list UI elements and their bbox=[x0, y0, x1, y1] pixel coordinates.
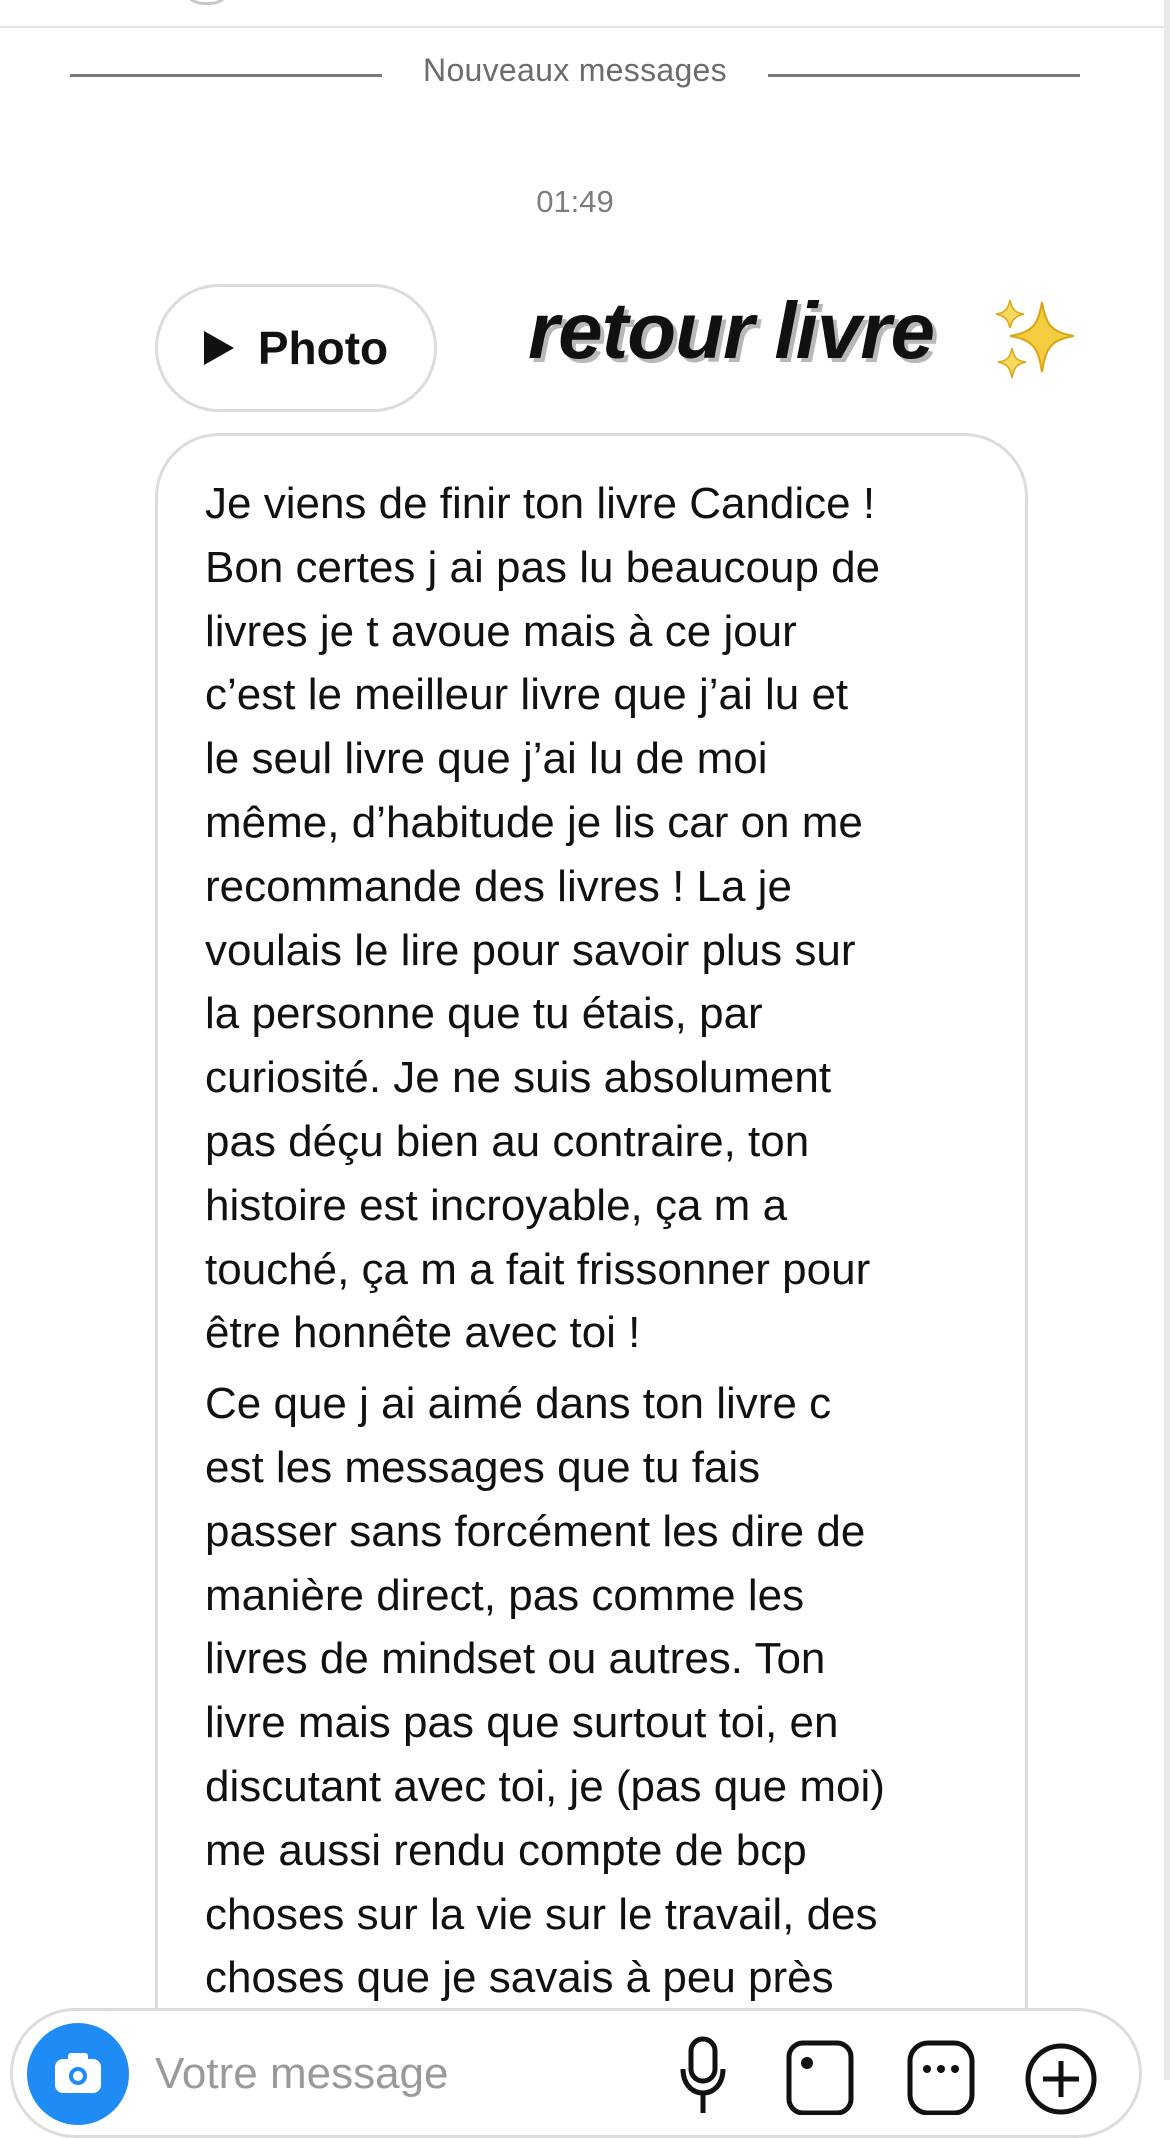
message-line: être honnête avec toi ! bbox=[205, 1308, 641, 1358]
retour-livre-sticker: retour livre bbox=[528, 286, 935, 375]
message-line: c’est le meilleur livre que j’ai lu et bbox=[205, 670, 849, 720]
message-line: curiosité. Je ne suis absolument bbox=[205, 1053, 832, 1103]
message-line: livres de mindset ou autres. Ton bbox=[205, 1634, 826, 1684]
message-composer bbox=[10, 2008, 1142, 2138]
message-line: Bon certes j ai pas lu beaucoup de bbox=[205, 542, 881, 592]
message-line: livres je t avoue mais à ce jour bbox=[205, 606, 797, 656]
sparkles-icon bbox=[995, 299, 1075, 379]
message-line: même, d’habitude je lis car on me bbox=[205, 797, 863, 847]
message-line: recommande des livres ! La je bbox=[205, 861, 792, 911]
gallery-icon[interactable] bbox=[785, 2035, 855, 2115]
camera-button[interactable] bbox=[27, 2023, 129, 2125]
message-line: me aussi rendu compte de bcp bbox=[205, 1825, 807, 1875]
message-line: livre mais pas que surtout toi, en bbox=[205, 1698, 839, 1748]
message-line: manière direct, pas comme les bbox=[205, 1570, 805, 1620]
message-timestamp: 01:49 bbox=[536, 184, 614, 219]
scrollbar[interactable] bbox=[1164, 0, 1170, 2080]
photo-attachment-button[interactable]: Photo bbox=[155, 284, 437, 412]
message-line: discutant avec toi, je (pas que moi) bbox=[205, 1761, 885, 1811]
message-line: choses que je savais à peu près bbox=[205, 1953, 834, 2003]
new-messages-divider-right bbox=[768, 74, 1080, 77]
sticker-icon[interactable] bbox=[906, 2035, 976, 2115]
microphone-icon[interactable] bbox=[678, 2035, 728, 2115]
message-line: Ce que j ai aimé dans ton livre c bbox=[205, 1379, 832, 1429]
message-line: histoire est incroyable, ça m a bbox=[205, 1180, 788, 1230]
message-bubble[interactable]: Je viens de finir ton livre Candice ! Bon… bbox=[155, 433, 1028, 2133]
plus-icon[interactable] bbox=[1023, 2035, 1099, 2115]
new-messages-divider-left bbox=[70, 74, 382, 77]
message-line: est les messages que tu fais bbox=[205, 1442, 761, 1492]
message-text: Je viens de finir ton livre Candice ! Bon… bbox=[205, 472, 985, 2010]
message-line: choses sur la vie sur le travail, des bbox=[205, 1889, 878, 1939]
photo-attachment-label: Photo bbox=[257, 322, 389, 374]
message-line: voulais le lire pour savoir plus sur bbox=[205, 925, 856, 975]
message-line: pas déçu bien au contraire, ton bbox=[205, 1116, 810, 1166]
message-line: le seul livre que j’ai lu de moi bbox=[205, 734, 768, 784]
header-edge bbox=[0, 0, 1170, 28]
message-line: Je viens de finir ton livre Candice ! bbox=[205, 479, 876, 528]
message-line: passer sans forcément les dire de bbox=[205, 1506, 866, 1556]
play-icon bbox=[203, 331, 234, 365]
message-line: touché, ça m a fait frissonner pour bbox=[205, 1244, 871, 1294]
new-messages-divider-label: Nouveaux messages bbox=[423, 52, 727, 88]
camera-icon bbox=[55, 2053, 101, 2093]
message-input[interactable] bbox=[153, 2043, 557, 2105]
message-line: la personne que tu étais, par bbox=[205, 989, 763, 1039]
